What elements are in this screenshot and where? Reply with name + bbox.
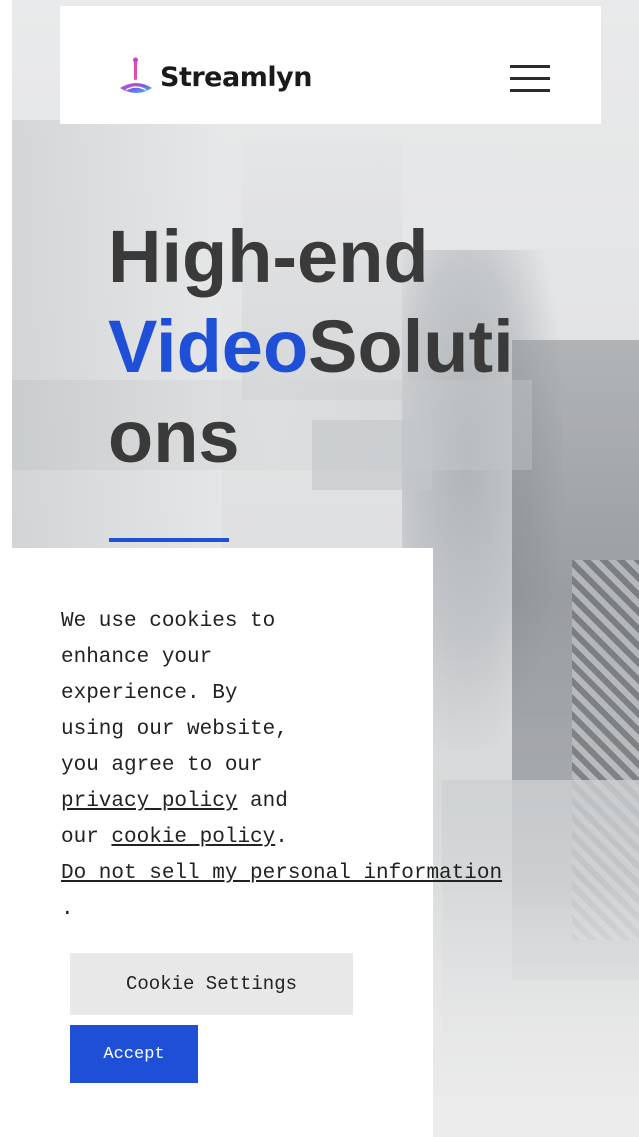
- cookie-message-text: We use cookies to enhance your experienc…: [61, 610, 288, 777]
- cookie-policy-link[interactable]: cookie policy: [111, 826, 275, 849]
- hero-underline: [109, 538, 229, 542]
- privacy-policy-link[interactable]: privacy policy: [61, 790, 237, 813]
- cookie-trailing-dot: .: [61, 898, 74, 921]
- accept-cookies-button[interactable]: Accept: [70, 1025, 198, 1083]
- site-logo[interactable]: Streamlyn: [118, 56, 312, 98]
- streamlyn-logo-icon: [120, 57, 152, 93]
- menu-bar: [510, 65, 550, 68]
- cookie-banner: We use cookies to enhance your experienc…: [0, 548, 502, 1137]
- menu-bar: [510, 89, 550, 92]
- hero-title: High-end VideoSolutions: [108, 212, 538, 482]
- logo-text: Streamlyn: [160, 61, 312, 93]
- cookie-message: We use cookies to enhance your experienc…: [61, 604, 401, 856]
- hero-title-accent: Video: [108, 305, 309, 388]
- hero-title-line1: High-end: [108, 215, 429, 298]
- hamburger-menu-icon[interactable]: [508, 62, 552, 96]
- cookie-settings-button[interactable]: Cookie Settings: [70, 953, 353, 1015]
- do-not-sell-link[interactable]: Do not sell my personal information: [61, 856, 502, 892]
- cookie-message-period: .: [275, 826, 288, 849]
- menu-bar: [510, 77, 550, 80]
- site-header: Streamlyn: [60, 6, 601, 124]
